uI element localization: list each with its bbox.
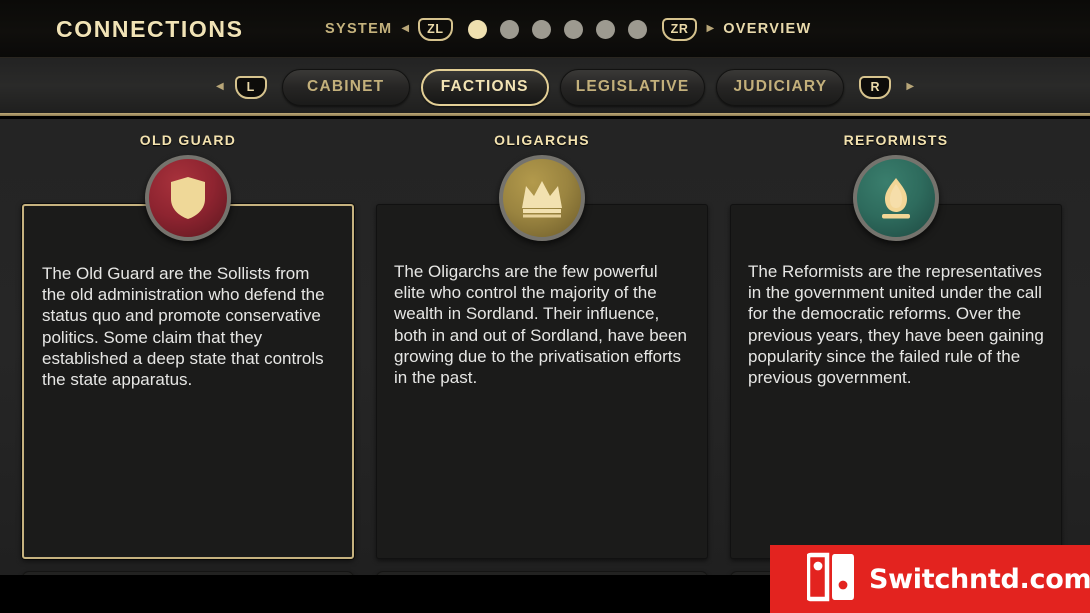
faction-description-card-old-guard: The Old Guard are the Sollists from the … [22,204,354,559]
watermark-banner: Switchntd.com [770,545,1090,613]
factions-panel: OLD GUARD The Old Guard are the Sollists… [0,119,1090,613]
tab-prev-arrow-icon[interactable]: ◀ [216,82,224,92]
system-page-nav: SYSTEM ◀ ZL ZR ▶ OVERVIEW [325,0,811,58]
faction-description-card-reformists: The Reformists are the representatives i… [730,204,1062,559]
faction-emblem-reformists [853,155,939,241]
page-title: CONNECTIONS [56,15,244,42]
triangle-left-icon[interactable]: ◀ [401,24,409,34]
tab-legislative[interactable]: LEGISLATIVE [559,68,706,106]
tab-bar: ◀ L CABINET FACTIONS LEGISLATIVE JUDICIA… [0,58,1090,116]
tab-list: ◀ L CABINET FACTIONS LEGISLATIVE JUDICIA… [216,58,914,116]
faction-description-old-guard: The Old Guard are the Sollists from the … [42,264,325,390]
nintendo-switch-logo-icon [805,552,855,607]
page-dot-4[interactable] [563,19,583,39]
faction-name-reformists: REFORMISTS [843,132,949,148]
faction-name-old-guard: OLD GUARD [139,132,237,148]
zr-shoulder-button[interactable]: ZR [661,17,698,41]
flame-icon [882,178,910,219]
faction-name-oligarchs: OLIGARCHS [494,132,590,148]
tab-judiciary[interactable]: JUDICIARY [716,68,845,106]
triangle-right-icon[interactable]: ▶ [706,24,714,34]
top-header-bar: CONNECTIONS SYSTEM ◀ ZL ZR ▶ OVERVIEW [0,0,1090,58]
tab-factions[interactable]: FACTIONS [420,68,549,106]
faction-emblem-oligarchs [499,155,585,241]
system-label: SYSTEM [325,21,393,37]
page-dot-5[interactable] [595,19,615,39]
faction-emblem-old-guard [145,155,231,241]
watermark-text: Switchntd.com [869,563,1090,595]
page-dot-6[interactable] [627,19,647,39]
faction-description-oligarchs: The Oligarchs are the few powerful elite… [394,262,688,388]
page-dots [467,19,647,39]
l-shoulder-button[interactable]: L [234,75,267,99]
zl-shoulder-button[interactable]: ZL [418,17,453,41]
page-dot-3[interactable] [531,19,551,39]
crown-icon [522,181,562,218]
page-dot-1[interactable] [467,19,487,39]
shield-icon [171,177,205,219]
faction-description-card-oligarchs: The Oligarchs are the few powerful elite… [376,204,708,559]
r-shoulder-button[interactable]: R [859,75,892,99]
overview-label: OVERVIEW [723,21,812,37]
page-dot-2[interactable] [499,19,519,39]
faction-description-reformists: The Reformists are the representatives i… [748,262,1044,388]
tab-cabinet[interactable]: CABINET [281,68,410,106]
tab-next-arrow-icon[interactable]: ▶ [906,82,914,92]
